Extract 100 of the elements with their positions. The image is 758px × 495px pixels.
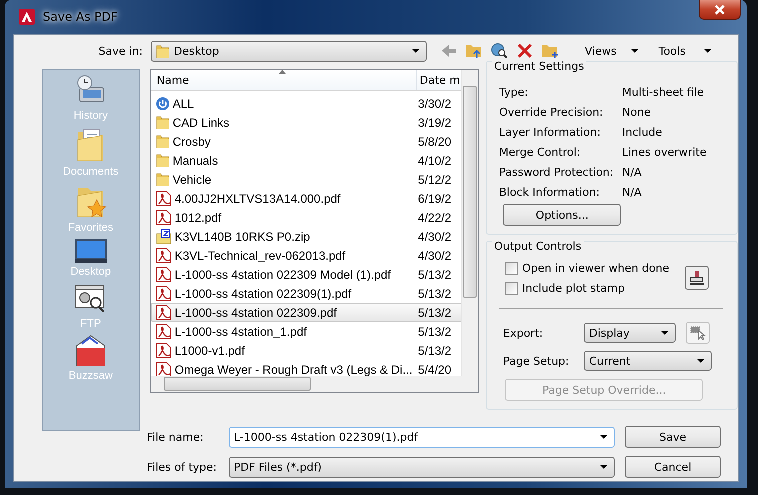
power-shortcut-icon xyxy=(156,96,170,110)
file-row[interactable]: 4.00JJ2HXLTVS13A14.000.pdf 6/19/2 xyxy=(150,189,463,208)
file-name: L-1000-ss 4station 022309(1).pdf xyxy=(174,286,352,300)
file-date: 3/30/2 xyxy=(417,96,453,110)
close-icon xyxy=(714,4,726,14)
views-menu[interactable]: Views xyxy=(585,44,639,58)
stamp-icon xyxy=(689,270,705,286)
setting-label: Password Protection: xyxy=(498,166,615,178)
pdf-file-icon xyxy=(156,210,172,226)
save-in-label: Save in: xyxy=(98,44,143,58)
file-name: Omega Weyer - Rough Draft v3 (Legs & Di... xyxy=(174,362,413,376)
file-row[interactable]: K3VL140B 10RKS P0.zip 4/30/2 xyxy=(150,227,463,246)
file-date: 5/13/2 xyxy=(417,306,453,320)
file-name: L1000-v1.pdf xyxy=(174,344,245,358)
file-date: 5/8/20 xyxy=(417,134,453,148)
vertical-scrollbar[interactable] xyxy=(461,70,478,376)
window-select-icon xyxy=(690,326,706,340)
file-name: Manuals xyxy=(172,154,218,168)
group-title: Current Settings xyxy=(492,60,586,73)
file-row[interactable]: Vehicle 5/12/2 xyxy=(150,170,463,189)
file-date: 5/12/2 xyxy=(417,172,453,186)
pdf-file-icon xyxy=(156,324,172,340)
group-title: Output Controls xyxy=(492,240,584,253)
file-name: Crosby xyxy=(172,134,211,148)
file-date: 6/19/2 xyxy=(417,192,453,206)
file-date: 5/4/20 xyxy=(417,362,453,376)
file-row[interactable]: K3VL-Technical_rev-062013.pdf 4/30/2 xyxy=(150,246,463,265)
file-row[interactable]: L-1000-ss 4station 022309 Model (1).pdf 5/13/2 xyxy=(150,265,463,284)
file-row[interactable]: Manuals 4/10/2 xyxy=(150,151,463,170)
file-name-field[interactable]: L-1000-ss 4station 022309(1).pdf xyxy=(229,426,615,448)
horizontal-scrollbar[interactable] xyxy=(150,376,478,392)
save-in-dropdown[interactable]: Desktop xyxy=(151,40,427,62)
file-row[interactable]: L-1000-ss 4station_1.pdf 5/13/2 xyxy=(150,322,463,341)
file-date: 4/30/2 xyxy=(417,248,453,262)
name-column-header[interactable]: Name xyxy=(150,70,417,90)
folder-icon xyxy=(156,153,170,168)
globe-search-icon[interactable] xyxy=(491,43,509,59)
folder-icon xyxy=(156,134,170,149)
setting-value: Multi-sheet file xyxy=(622,86,704,98)
checkbox[interactable] xyxy=(505,262,518,274)
checkbox-label: Include plot stamp xyxy=(522,282,625,294)
file-name: 1012.pdf xyxy=(174,210,222,224)
file-row[interactable]: L-1000-ss 4station 022309.pdf 5/13/2 xyxy=(150,303,463,322)
file-name: L-1000-ss 4station_1.pdf xyxy=(174,324,307,338)
page-setup-dropdown[interactable]: Current xyxy=(584,351,712,371)
delete-icon[interactable] xyxy=(517,43,533,59)
dropdown-caret-icon xyxy=(661,331,670,335)
file-name: L-1000-ss 4station 022309.pdf xyxy=(174,306,337,320)
file-row[interactable]: 1012.pdf 4/22/2 xyxy=(150,208,463,227)
new-folder-icon[interactable] xyxy=(541,43,559,59)
checkbox-label: Open in viewer when done xyxy=(522,262,670,274)
dropdown-caret-icon xyxy=(412,49,420,53)
plot-stamp-button[interactable] xyxy=(685,266,709,290)
window-title: Save As PDF xyxy=(43,10,118,24)
setting-value: None xyxy=(622,106,652,118)
desktop-monitor-icon xyxy=(74,238,108,264)
pdf-file-icon xyxy=(156,362,172,378)
file-name: 4.00JJ2HXLTVS13A14.000.pdf xyxy=(174,192,341,206)
file-row[interactable]: L1000-v1.pdf 5/13/2 xyxy=(150,341,463,360)
dropdown-caret-icon xyxy=(704,49,712,53)
setting-label: Type: xyxy=(498,86,530,98)
file-row[interactable]: ALL 3/30/2 xyxy=(150,94,463,113)
file-row[interactable]: L-1000-ss 4station 022309(1).pdf 5/13/2 xyxy=(150,284,463,303)
desktop-folder-icon xyxy=(156,44,170,58)
file-type-dropdown[interactable]: PDF Files (*.pdf) xyxy=(229,456,615,478)
folder-icon xyxy=(156,172,170,187)
checkbox[interactable] xyxy=(505,282,518,294)
file-date: 4/10/2 xyxy=(417,154,453,168)
export-dropdown[interactable]: Display xyxy=(584,323,676,343)
dropdown-caret-icon xyxy=(630,49,639,53)
file-name: Vehicle xyxy=(172,172,212,186)
file-name-label: File name: xyxy=(147,430,204,444)
file-name: K3VL140B 10RKS P0.zip xyxy=(174,230,310,244)
setting-value: Include xyxy=(622,126,662,138)
dropdown-caret-icon xyxy=(600,434,608,438)
file-date: 4/22/2 xyxy=(417,210,453,224)
options-button[interactable]: Options... xyxy=(503,204,622,226)
setting-value: N/A xyxy=(622,166,642,178)
setting-label: Override Precision: xyxy=(498,106,604,118)
setting-value: N/A xyxy=(622,186,642,198)
file-type-label: Files of type: xyxy=(147,460,218,474)
close-button[interactable] xyxy=(699,0,741,20)
cancel-button[interactable]: Cancel xyxy=(625,456,721,478)
dropdown-caret-icon xyxy=(697,359,706,363)
save-button[interactable]: Save xyxy=(625,426,721,448)
file-date: 5/13/2 xyxy=(417,324,453,338)
setting-value: Lines overwrite xyxy=(622,146,707,158)
file-date: 5/13/2 xyxy=(417,344,453,358)
file-name: K3VL-Technical_rev-062013.pdf xyxy=(174,248,346,262)
dropdown-caret-icon xyxy=(600,465,608,469)
select-window-button[interactable] xyxy=(686,322,710,344)
folder-up-icon[interactable] xyxy=(465,43,483,59)
sort-arrow-icon xyxy=(278,70,286,74)
file-row[interactable]: CAD Links 3/19/2 xyxy=(150,113,463,132)
tools-menu[interactable]: Tools xyxy=(658,44,712,58)
page-setup-label: Page Setup: xyxy=(503,354,570,368)
file-row[interactable]: Crosby 5/8/20 xyxy=(150,132,463,151)
export-label: Export: xyxy=(503,326,544,340)
pdf-file-icon xyxy=(156,286,172,302)
pdf-file-icon xyxy=(156,304,172,320)
